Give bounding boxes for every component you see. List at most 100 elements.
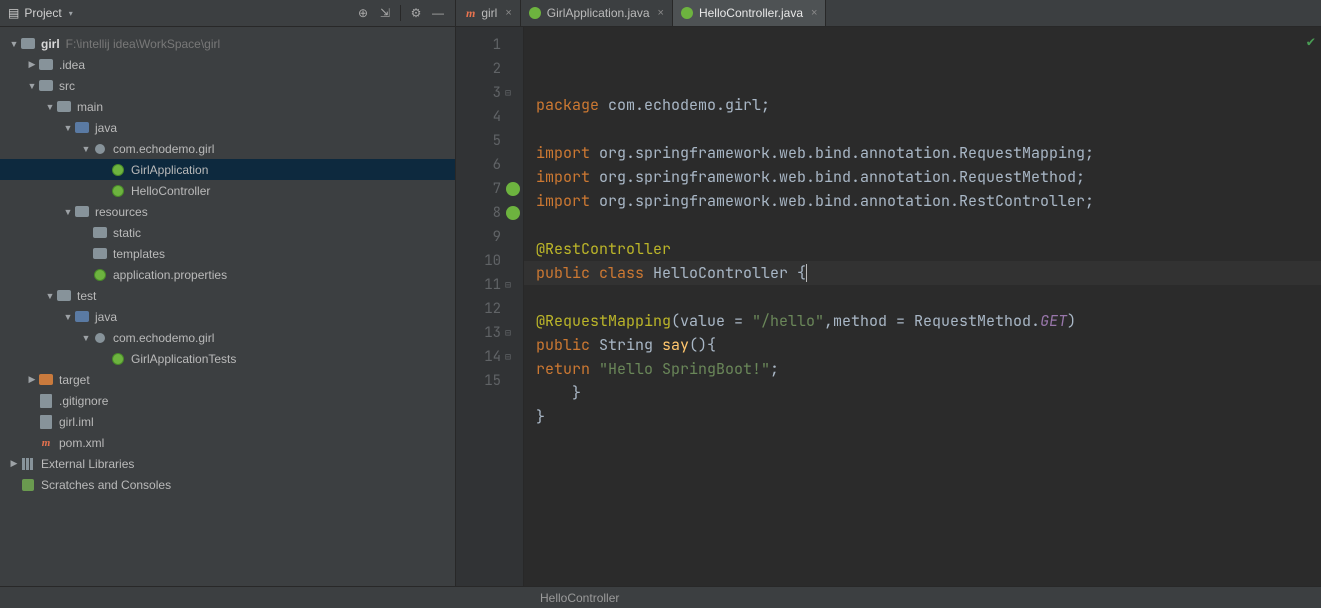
fold-icon[interactable]: ⊟ — [505, 278, 519, 292]
expand-arrow-icon[interactable] — [62, 207, 74, 217]
maven-icon: m — [466, 6, 475, 21]
gutter-line[interactable]: 6 — [456, 153, 523, 177]
code-line[interactable] — [536, 213, 1321, 237]
tree-item[interactable]: girlF:\intellij idea\WorkSpace\girl — [0, 33, 455, 54]
chevron-down-icon: ▾ — [69, 9, 73, 18]
expand-arrow-icon[interactable] — [26, 59, 38, 70]
project-sidebar: ▤ Project ▾ ⊕ ⇲ ⚙ — girlF:\intellij idea… — [0, 0, 456, 586]
expand-arrow-icon[interactable] — [80, 333, 92, 343]
gear-icon[interactable]: ⚙ — [405, 2, 427, 24]
code-line[interactable]: @RestController — [536, 237, 1321, 261]
tree-item[interactable]: .gitignore — [0, 390, 455, 411]
gutter-line[interactable]: 10 — [456, 249, 523, 273]
tree-item-label: Scratches and Consoles — [41, 478, 171, 492]
tree-item[interactable]: static — [0, 222, 455, 243]
tree-item[interactable]: .idea — [0, 54, 455, 75]
tree-item[interactable]: com.echodemo.girl — [0, 138, 455, 159]
expand-arrow-icon[interactable] — [80, 144, 92, 154]
tree-item[interactable]: girl.iml — [0, 411, 455, 432]
code-line[interactable]: } — [536, 381, 1321, 405]
tree-item[interactable]: test — [0, 285, 455, 306]
project-tree[interactable]: girlF:\intellij idea\WorkSpace\girl.idea… — [0, 27, 455, 586]
editor-gutter[interactable]: 123⊟4567891011⊟1213⊟14⊟15 — [456, 27, 524, 586]
tree-item[interactable]: HelloController — [0, 180, 455, 201]
minimize-icon[interactable]: — — [427, 2, 449, 24]
gutter-line[interactable]: 3⊟ — [456, 81, 523, 105]
breadcrumb[interactable]: HelloController — [540, 591, 619, 605]
gutter-line[interactable]: 13 ⊟ — [456, 321, 523, 345]
editor-tabs: mgirl×GirlApplication.java×HelloControll… — [456, 0, 1321, 27]
gutter-line[interactable]: 9 — [456, 225, 523, 249]
fold-icon[interactable]: ⊟ — [505, 86, 519, 100]
expand-arrow-icon[interactable] — [8, 39, 20, 49]
editor-code[interactable]: ✔ package com.echodemo.girl;import org.s… — [524, 27, 1321, 586]
tree-item[interactable]: GirlApplication — [0, 159, 455, 180]
tree-item[interactable]: Scratches and Consoles — [0, 474, 455, 495]
gutter-line[interactable]: 14⊟ — [456, 345, 523, 369]
gutter-line[interactable]: 5 — [456, 129, 523, 153]
tree-item-hint: F:\intellij idea\WorkSpace\girl — [66, 37, 221, 51]
code-line[interactable]: import org.springframework.web.bind.anno… — [536, 189, 1321, 213]
tree-item[interactable]: mpom.xml — [0, 432, 455, 453]
target-icon[interactable]: ⊕ — [352, 2, 374, 24]
tree-item[interactable]: src — [0, 75, 455, 96]
editor-body: 123⊟4567891011⊟1213⊟14⊟15 ✔ package com.… — [456, 27, 1321, 586]
gutter-line[interactable]: 4 — [456, 105, 523, 129]
close-icon[interactable]: × — [505, 7, 511, 19]
code-line[interactable]: import org.springframework.web.bind.anno… — [536, 165, 1321, 189]
editor-tab[interactable]: GirlApplication.java× — [521, 0, 673, 26]
code-line[interactable] — [536, 285, 1321, 309]
gutter-line[interactable]: 15 — [456, 369, 523, 393]
expand-arrow-icon[interactable] — [8, 458, 20, 469]
close-icon[interactable]: × — [811, 7, 817, 19]
gutter-line[interactable]: 11⊟ — [456, 273, 523, 297]
tree-item[interactable]: External Libraries — [0, 453, 455, 474]
tree-item-label: templates — [113, 247, 165, 261]
line-number: 3 — [493, 84, 501, 102]
close-icon[interactable]: × — [658, 7, 664, 19]
code-line[interactable]: package com.echodemo.girl; — [536, 93, 1321, 117]
expand-arrow-icon[interactable] — [26, 81, 38, 91]
tree-item-label: GirlApplication — [131, 163, 208, 177]
spring-bean-icon[interactable] — [506, 206, 520, 220]
tree-item-label: .gitignore — [59, 394, 108, 408]
editor-tab[interactable]: mgirl× — [458, 0, 521, 26]
expand-arrow-icon[interactable] — [26, 374, 38, 385]
code-line[interactable] — [536, 117, 1321, 141]
code-line[interactable] — [536, 429, 1321, 453]
spring-bean-icon[interactable] — [506, 182, 520, 196]
code-line[interactable]: import org.springframework.web.bind.anno… — [536, 141, 1321, 165]
tree-item[interactable]: resources — [0, 201, 455, 222]
expand-arrow-icon[interactable] — [62, 123, 74, 133]
expand-arrow-icon[interactable] — [62, 312, 74, 322]
code-line[interactable]: return "Hello SpringBoot!"; — [536, 357, 1321, 381]
line-number: 13 — [484, 324, 501, 342]
tree-item[interactable]: target — [0, 369, 455, 390]
expand-icon[interactable]: ⇲ — [374, 2, 396, 24]
fold-icon[interactable]: ⊟ — [505, 350, 519, 364]
tree-item[interactable]: java — [0, 306, 455, 327]
expand-arrow-icon[interactable] — [44, 102, 56, 112]
code-line[interactable]: public class HelloController { — [524, 261, 1321, 285]
editor-tab[interactable]: HelloController.java× — [673, 0, 827, 26]
code-line[interactable]: @RequestMapping(value = "/hello",method … — [536, 309, 1321, 333]
tree-item[interactable]: main — [0, 96, 455, 117]
code-line[interactable]: public String say(){ — [536, 333, 1321, 357]
gutter-line[interactable]: 2 — [456, 57, 523, 81]
expand-arrow-icon[interactable] — [44, 291, 56, 301]
code-line[interactable]: } — [536, 405, 1321, 429]
tree-item[interactable]: java — [0, 117, 455, 138]
gutter-line[interactable]: 1 — [456, 33, 523, 57]
gutter-line[interactable]: 12 — [456, 297, 523, 321]
tree-item-label: test — [77, 289, 96, 303]
tree-item[interactable]: application.properties — [0, 264, 455, 285]
sidebar-title[interactable]: ▤ Project ▾ — [8, 6, 73, 20]
gutter-line[interactable]: 7 — [456, 177, 523, 201]
tree-item[interactable]: GirlApplicationTests — [0, 348, 455, 369]
gutter-line[interactable]: 8 — [456, 201, 523, 225]
line-number: 2 — [493, 60, 501, 78]
tree-item[interactable]: com.echodemo.girl — [0, 327, 455, 348]
line-number: 15 — [484, 372, 501, 390]
tree-item[interactable]: templates — [0, 243, 455, 264]
fold-icon[interactable]: ⊟ — [505, 326, 519, 340]
